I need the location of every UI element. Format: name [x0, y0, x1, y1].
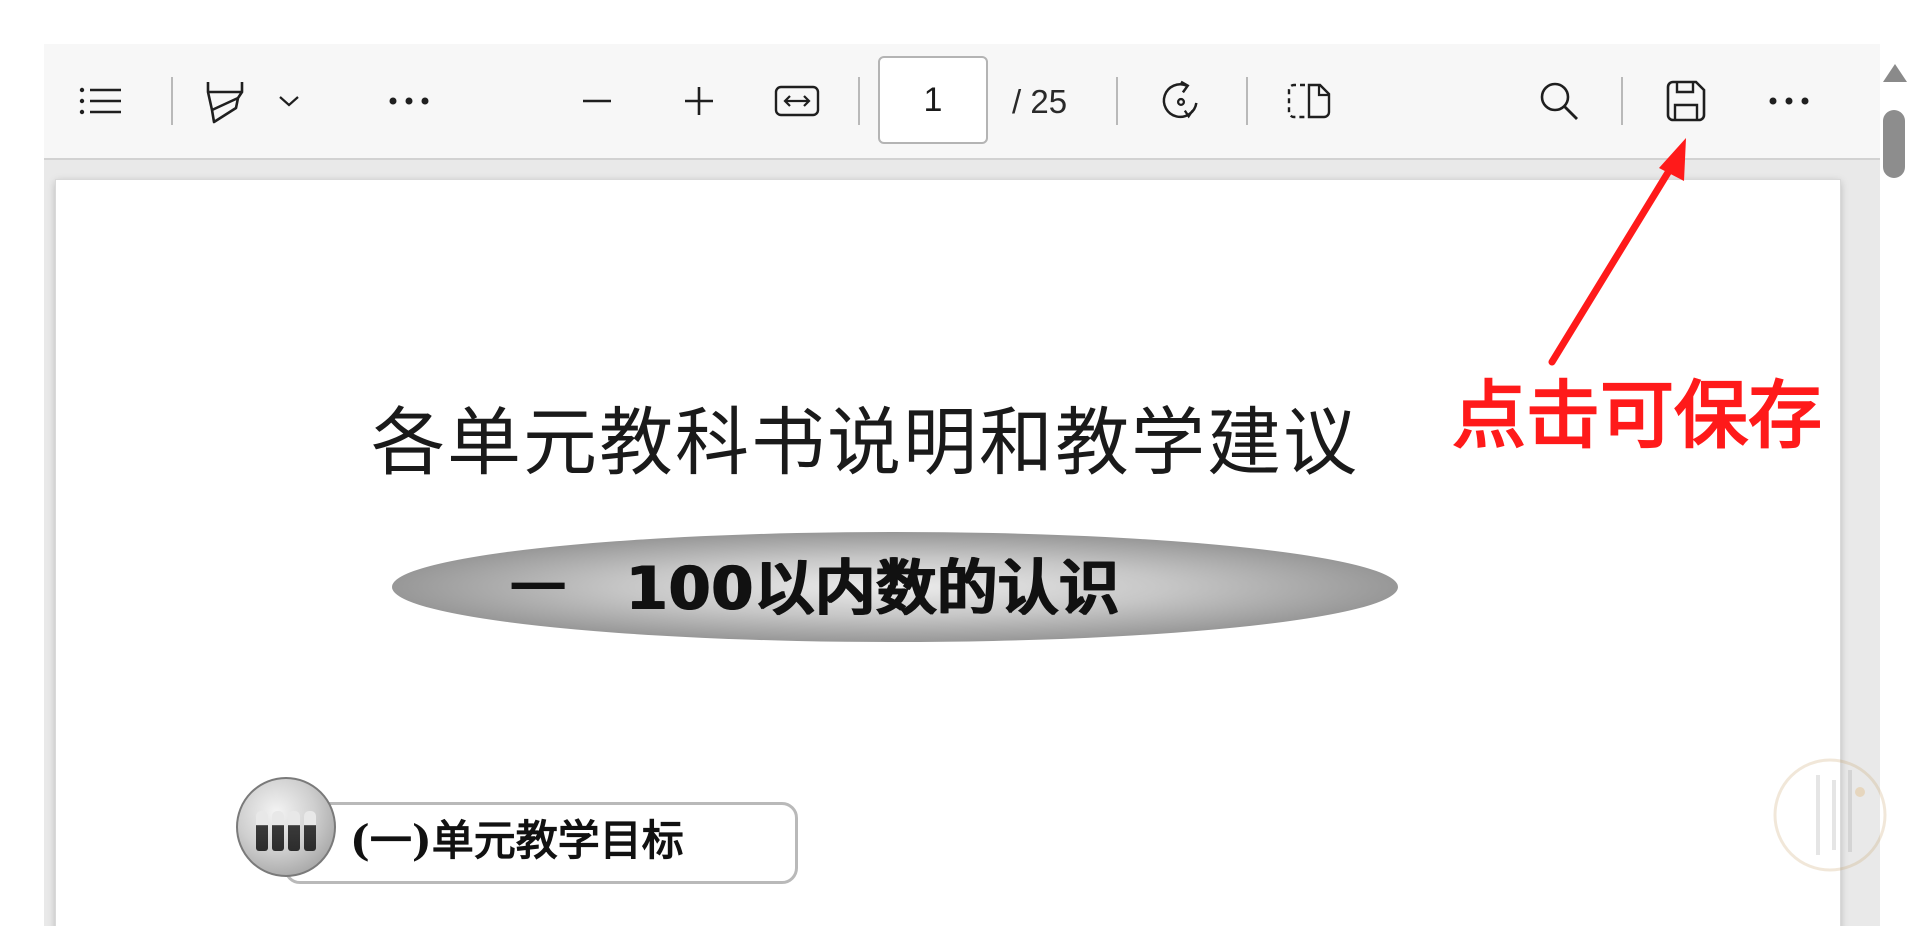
toolbar-divider	[1246, 77, 1248, 125]
section-title: (一)单元教学目标	[350, 816, 684, 865]
scrollbar-thumb[interactable]	[1883, 110, 1905, 178]
save-button[interactable]	[1663, 78, 1709, 124]
toolbar-divider	[1621, 77, 1623, 125]
document-title: 各单元教科书说明和教学建议	[371, 400, 1359, 486]
zoom-out-button[interactable]	[574, 78, 620, 124]
toolbar-divider	[858, 77, 860, 125]
pdf-page: 各单元教科书说明和教学建议 一 100以内数的认识 (一)单元教学目标	[56, 180, 1840, 926]
pdf-toolbar: / 25	[44, 44, 1880, 160]
save-icon	[1666, 80, 1706, 122]
more-options-button[interactable]	[1766, 78, 1812, 124]
contents-button[interactable]	[78, 78, 124, 124]
highlighter-icon	[206, 82, 244, 124]
fit-to-width-button[interactable]	[774, 78, 820, 124]
page-number-input[interactable]	[878, 56, 988, 144]
page-view-button[interactable]	[1286, 78, 1332, 124]
zoom-in-button[interactable]	[676, 78, 722, 124]
two-page-icon	[1287, 83, 1331, 119]
page-total-label: / 25	[1012, 83, 1068, 120]
arrow-up-icon[interactable]	[1883, 64, 1907, 82]
chapter-title: 100以内数的认识	[626, 554, 1121, 624]
toolbar-divider	[1116, 77, 1118, 125]
more-tools-button[interactable]	[386, 78, 432, 124]
pdf-viewer: / 25	[44, 44, 1880, 926]
annotation-label: 点击可保存	[1452, 373, 1822, 459]
more-horizontal-icon	[1769, 97, 1809, 105]
highlight-button[interactable]	[202, 78, 248, 124]
rotate-button[interactable]	[1158, 78, 1204, 124]
search-icon	[1540, 82, 1578, 120]
plus-icon	[685, 87, 713, 115]
rotate-icon	[1162, 80, 1198, 119]
minus-icon	[583, 99, 611, 103]
search-button[interactable]	[1536, 78, 1582, 124]
list-icon	[79, 87, 121, 115]
section-emblem-icon	[236, 777, 336, 877]
fit-width-icon	[774, 85, 820, 117]
highlight-options-dropdown[interactable]	[266, 78, 312, 124]
more-horizontal-icon	[389, 97, 429, 105]
toolbar-divider	[171, 77, 173, 125]
chevron-down-icon	[279, 96, 299, 107]
watermark-logo	[1773, 758, 1887, 872]
chapter-number: 一	[510, 557, 568, 622]
